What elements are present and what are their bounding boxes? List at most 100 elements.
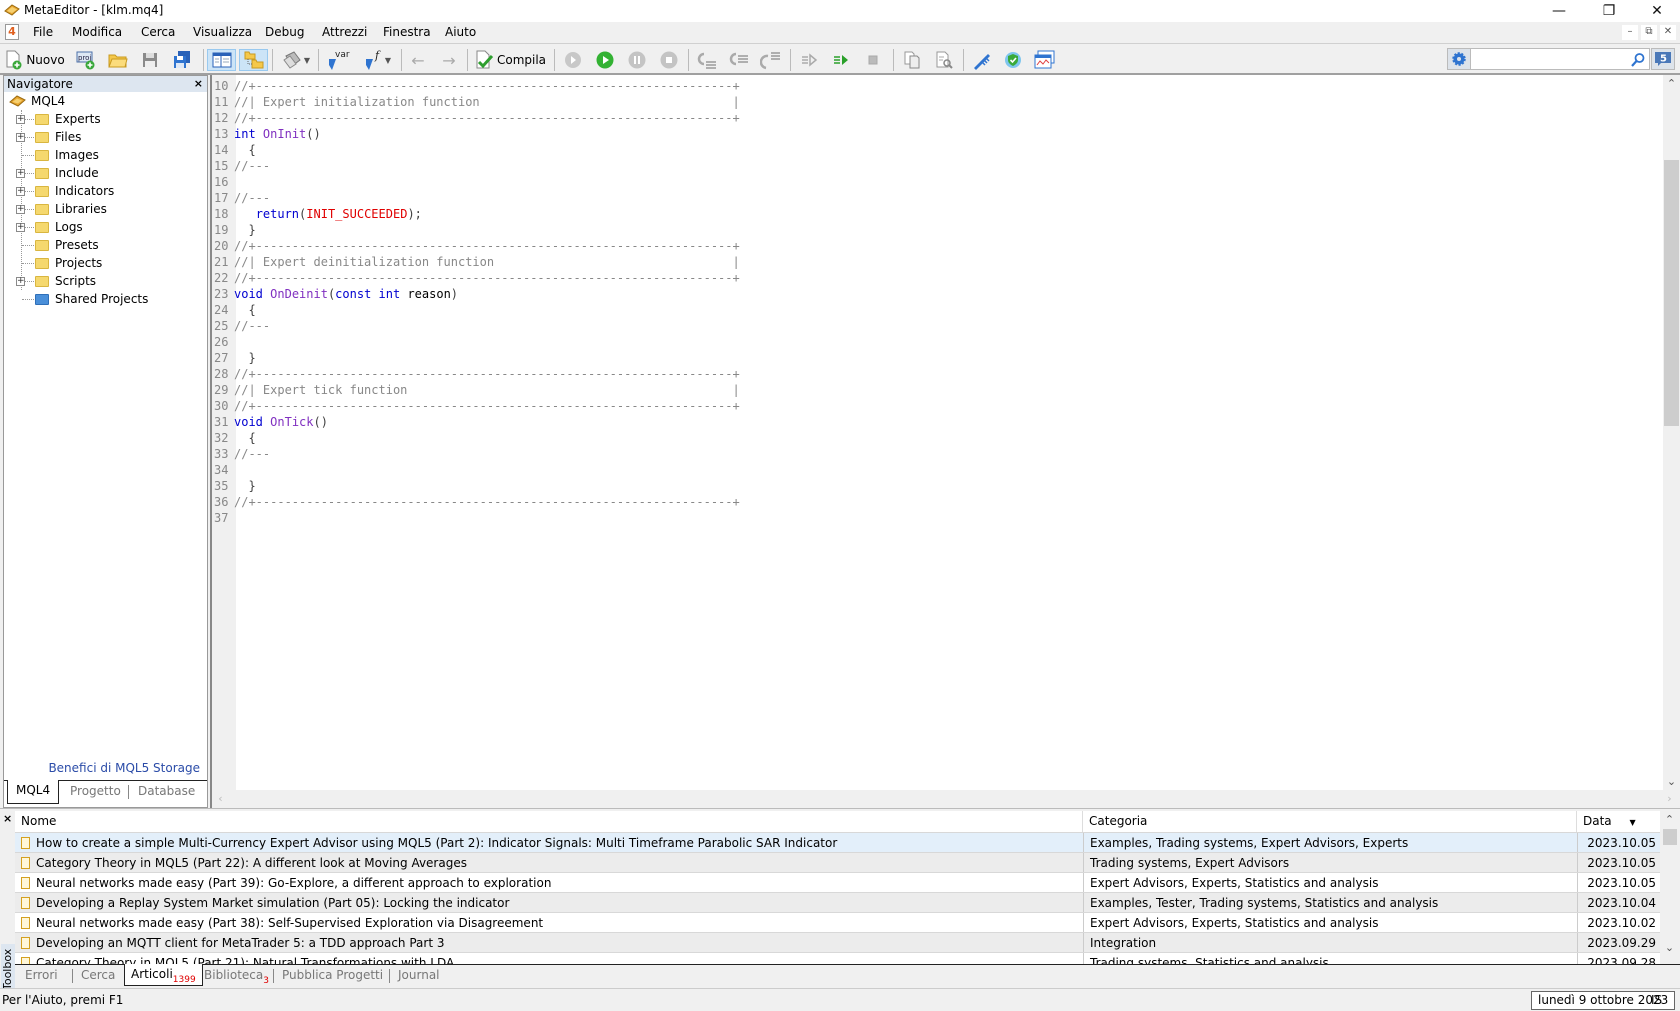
styler-dropdown-button[interactable]: ▼ [278, 49, 314, 71]
toolbox-tab-journal[interactable]: Journal [392, 965, 446, 987]
new-file-button[interactable]: Nuovo [4, 49, 66, 71]
code-editor[interactable]: 10 //+-----------------------------------… [210, 75, 1680, 808]
mql5-cloud-protector-button[interactable] [1000, 49, 1026, 71]
start-debug-button[interactable] [592, 49, 618, 71]
toolbox-tab-errori[interactable]: Errori [19, 965, 64, 987]
code-line[interactable]: 34 [212, 462, 234, 478]
tree-item-shared-projects[interactable]: Shared Projects [4, 290, 204, 308]
tree-item-images[interactable]: Images [4, 146, 204, 164]
article-row[interactable]: Developing a Replay System Market simula… [15, 892, 1660, 913]
search-input[interactable] [1470, 48, 1650, 70]
menu-modifica[interactable]: Modifica [72, 25, 122, 39]
article-row[interactable]: Neural networks made easy (Part 39): Go-… [15, 872, 1660, 893]
article-row[interactable]: Category Theory in MQL5 (Part 22): A dif… [15, 852, 1660, 873]
code-line[interactable]: 13 int OnInit() [212, 126, 321, 142]
column-header-category[interactable]: Categoria [1083, 811, 1577, 832]
code-line[interactable]: 10 //+-----------------------------------… [212, 78, 740, 94]
menu-cerca[interactable]: Cerca [141, 25, 175, 39]
code-line[interactable]: 20 //+-----------------------------------… [212, 238, 740, 254]
mdi-minimize-button[interactable]: – [1622, 25, 1638, 40]
code-line[interactable]: 19 } [212, 222, 256, 238]
code-line[interactable]: 21 //| Expert deinitialization function | [212, 254, 740, 270]
code-line[interactable]: 32 { [212, 430, 256, 446]
editor-vertical-scrollbar[interactable]: ⌃ ⌄ [1663, 75, 1680, 790]
styler-button[interactable] [969, 49, 995, 71]
toolbox-tab-biblioteca[interactable]: Biblioteca3 [198, 965, 275, 987]
code-line[interactable]: 27 } [212, 350, 256, 366]
toggle-toolbox-button[interactable] [239, 49, 268, 71]
table-scroll-thumb[interactable] [1663, 829, 1677, 845]
messages-button[interactable]: 5 [1651, 48, 1675, 70]
code-line[interactable]: 26 [212, 334, 234, 350]
tree-item-logs[interactable]: + Logs [4, 218, 204, 236]
expand-icon[interactable]: + [16, 169, 25, 178]
nav-tab-progetto[interactable]: Progetto [62, 781, 129, 803]
pause-debug-button[interactable] [624, 49, 650, 71]
code-line[interactable]: 24 { [212, 302, 256, 318]
restore-window-button[interactable]: ❐ [1586, 0, 1632, 22]
open-button[interactable] [106, 49, 130, 71]
scroll-left-icon[interactable]: ‹ [212, 790, 229, 807]
code-line[interactable]: 18 return(INIT_SUCCEEDED); [212, 206, 422, 222]
new-project-button[interactable]: proj [74, 49, 98, 71]
code-line[interactable]: 23 void OnDeinit(const int reason) [212, 286, 458, 302]
close-navigator-button[interactable]: × [194, 76, 203, 92]
print-preview-button[interactable] [931, 49, 957, 71]
step-into-button[interactable] [694, 49, 720, 71]
code-line[interactable]: 33 //--- [212, 446, 270, 462]
code-line[interactable]: 37 [212, 510, 234, 526]
expand-icon[interactable]: + [16, 223, 25, 232]
code-line[interactable]: 16 [212, 174, 234, 190]
code-line[interactable]: 12 //+-----------------------------------… [212, 110, 740, 126]
search-settings-button[interactable] [1447, 48, 1471, 70]
toolbox-tab-pubblica-progetti[interactable]: Pubblica Progetti [276, 965, 389, 987]
mdi-close-button[interactable]: ✕ [1660, 25, 1676, 40]
mdi-restore-button[interactable]: ⧉ [1641, 25, 1657, 40]
nav-tab-mql4[interactable]: MQL4 [7, 780, 60, 804]
code-line[interactable]: 25 //--- [212, 318, 270, 334]
insert-variable-button[interactable]: var [324, 49, 352, 71]
table-vertical-scrollbar[interactable]: ⌃ ⌄ [1660, 811, 1680, 964]
navigate-forward-button[interactable]: → [436, 49, 462, 71]
stop-profiling-button[interactable] [860, 49, 886, 71]
scroll-down-icon[interactable]: ⌄ [1661, 939, 1678, 956]
step-out-button[interactable] [758, 49, 784, 71]
menu-visualizza[interactable]: Visualizza [193, 25, 252, 39]
code-line[interactable]: 29 //| Expert tick function | [212, 382, 740, 398]
close-window-button[interactable]: ✕ [1634, 0, 1680, 22]
menu-attrezzi[interactable]: Attrezzi [322, 25, 367, 39]
minimize-window-button[interactable]: — [1536, 0, 1582, 22]
code-line[interactable]: 28 //+-----------------------------------… [212, 366, 740, 382]
code-line[interactable]: 35 } [212, 478, 256, 494]
tree-item-experts[interactable]: + Experts [4, 110, 204, 128]
toggle-navigator-button[interactable] [207, 49, 236, 71]
search-icon[interactable] [1630, 52, 1646, 68]
article-row[interactable]: How to create a simple Multi-Currency Ex… [15, 832, 1660, 853]
code-line[interactable]: 30 //+-----------------------------------… [212, 398, 740, 414]
menu-aiuto[interactable]: Aiuto [445, 25, 476, 39]
code-line[interactable]: 22 //+-----------------------------------… [212, 270, 740, 286]
article-row[interactable]: Developing an MQTT client for MetaTrader… [15, 932, 1660, 953]
tree-item-files[interactable]: + Files [4, 128, 204, 146]
code-line[interactable]: 15 //--- [212, 158, 270, 174]
editor-scroll-thumb[interactable] [1664, 160, 1679, 426]
code-line[interactable]: 11 //| Expert initialization function | [212, 94, 740, 110]
scroll-down-icon[interactable]: ⌄ [1663, 773, 1680, 790]
expand-icon[interactable]: + [16, 187, 25, 196]
tree-item-projects[interactable]: Projects [4, 254, 204, 272]
profile-history-button[interactable] [828, 49, 854, 71]
mql5-storage-link[interactable]: Benefici di MQL5 Storage [48, 761, 200, 775]
tree-item-scripts[interactable]: + Scripts [4, 272, 204, 290]
tree-item-libraries[interactable]: + Libraries [4, 200, 204, 218]
code-line[interactable]: 17 //--- [212, 190, 270, 206]
menu-debug[interactable]: Debug [265, 25, 304, 39]
stop-debug-button[interactable] [656, 49, 682, 71]
menu-file[interactable]: File [33, 25, 53, 39]
column-header-date[interactable]: Data ▼ [1577, 811, 1660, 832]
article-row[interactable]: Category Theory in MQL5 (Part 21): Natur… [15, 952, 1660, 964]
terminal-button[interactable] [1032, 49, 1058, 71]
scroll-right-icon[interactable]: › [1661, 790, 1678, 807]
expand-icon[interactable]: + [16, 205, 25, 214]
debug-restart-button[interactable] [560, 49, 586, 71]
mql4-document-icon[interactable]: 4 [5, 24, 19, 40]
